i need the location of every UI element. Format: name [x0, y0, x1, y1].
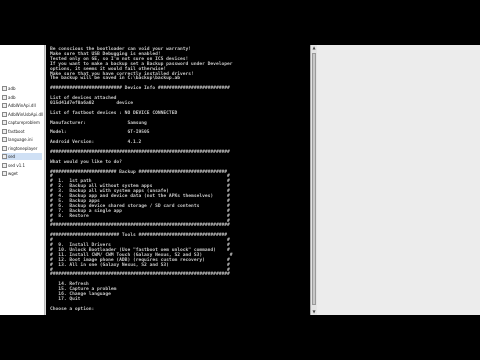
- file-name: fastboot: [8, 128, 25, 134]
- file-item[interactable]: fastboot: [2, 128, 25, 135]
- command-prompt-window[interactable]: Be conscious the bootloader can void you…: [46, 45, 310, 315]
- file-item[interactable]: sed v1.1: [2, 162, 25, 169]
- file-item[interactable]: AdbWinApi.dll: [2, 102, 36, 109]
- console-line: What would you like to do?: [50, 159, 122, 165]
- file-name: sed v1.1: [8, 162, 26, 168]
- file-name: AdbWinApi.dll: [8, 103, 36, 108]
- console-line: ########################## Device Info #…: [50, 86, 230, 92]
- console-line: ########################################…: [50, 272, 230, 278]
- file-icon: [2, 86, 7, 91]
- console-line: Manufacturer: Samsung: [50, 120, 147, 126]
- console-line: ########################################…: [50, 223, 230, 229]
- file-icon: [2, 145, 7, 151]
- console-line: Android Version: 4.1.2: [50, 140, 142, 146]
- file-item[interactable]: sed: [2, 153, 42, 160]
- file-name: language.ini: [8, 137, 33, 142]
- console-line: ########################################…: [50, 149, 230, 155]
- file-icon: [2, 120, 7, 125]
- file-icon: [2, 137, 7, 142]
- file-name: wget: [8, 171, 18, 176]
- file-name: AdbWinUsbApi.dll: [8, 111, 44, 117]
- file-icon: [2, 94, 7, 100]
- file-item[interactable]: captureproblem: [2, 119, 40, 126]
- desktop-screen: adb adb AdbWinApi.dll AdbWinUsbApi.dll captu…: [0, 45, 480, 315]
- file-icon: [2, 154, 7, 159]
- file-item[interactable]: adb: [2, 85, 16, 92]
- console-line: Choose a option:: [50, 306, 95, 312]
- file-name: ringtoneplayer: [8, 145, 38, 151]
- console-scrollbar[interactable]: ▲ ▼: [310, 45, 317, 315]
- file-icon: [2, 162, 7, 168]
- console-line: The backup will be saved in C:\backup\ba…: [50, 76, 180, 82]
- file-item[interactable]: adb: [2, 94, 16, 101]
- file-icon: [2, 128, 7, 134]
- file-name: adb: [8, 86, 16, 91]
- file-name: adb: [8, 94, 16, 100]
- scrollbar-thumb[interactable]: [312, 53, 316, 305]
- file-item[interactable]: language.ini: [2, 136, 33, 143]
- file-item[interactable]: AdbWinUsbApi.dll: [2, 111, 43, 118]
- file-icon: [2, 111, 7, 117]
- file-item[interactable]: ringtoneplayer: [2, 145, 37, 152]
- console-line: 17. Quit: [50, 296, 81, 302]
- background-window: [317, 45, 480, 315]
- console-line: 015d41d7ef0a6a02 device: [50, 100, 133, 106]
- file-icon: [2, 103, 7, 108]
- console-line: List of fastboot devices : NO DEVICE CON…: [50, 110, 178, 116]
- console-line: Model: GT-I9505: [50, 130, 150, 136]
- file-item[interactable]: wget: [2, 170, 18, 177]
- file-icon: [2, 171, 7, 176]
- file-explorer-pane: adb adb AdbWinApi.dll AdbWinUsbApi.dll captu…: [0, 45, 45, 315]
- file-name: sed: [8, 154, 16, 159]
- file-name: captureproblem: [8, 120, 40, 125]
